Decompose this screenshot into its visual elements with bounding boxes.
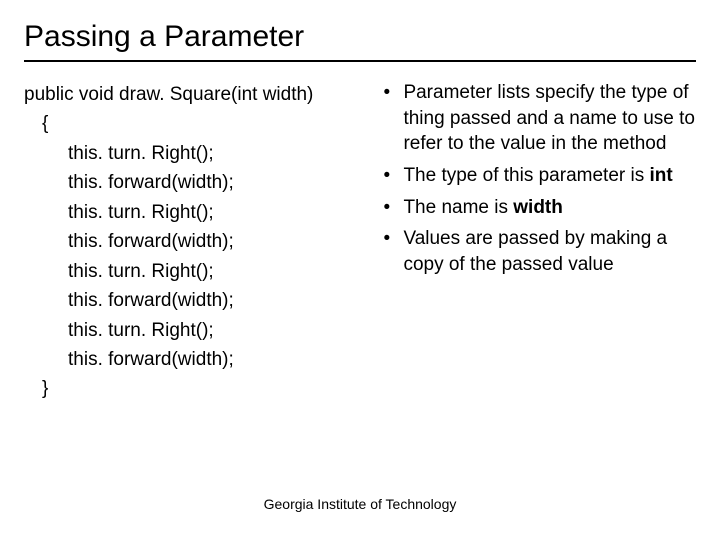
- bullet-item: Values are passed by making a copy of th…: [381, 226, 696, 277]
- code-line: this. forward(width);: [24, 168, 373, 197]
- bullet-text: Values are passed by making a copy of th…: [403, 228, 667, 275]
- title-underline: [24, 60, 696, 62]
- code-line: this. turn. Right();: [24, 139, 373, 168]
- slide-title: Passing a Parameter: [24, 20, 696, 60]
- bullet-text: The type of this parameter is: [403, 165, 649, 186]
- code-column: public void draw. Square(int width) { th…: [24, 80, 373, 404]
- code-close-brace: }: [24, 374, 373, 403]
- footer-text: Georgia Institute of Technology: [0, 496, 720, 512]
- code-signature: public void draw. Square(int width): [24, 80, 373, 109]
- bullet-item: The name is width: [381, 195, 696, 221]
- code-line: this. forward(width);: [24, 227, 373, 256]
- code-open-brace: {: [24, 109, 373, 138]
- bullet-text: The name is: [403, 197, 513, 218]
- content-row: public void draw. Square(int width) { th…: [24, 80, 696, 404]
- bullet-item: Parameter lists specify the type of thin…: [381, 80, 696, 157]
- code-line: this. turn. Right();: [24, 257, 373, 286]
- code-line: this. forward(width);: [24, 286, 373, 315]
- code-line: this. turn. Right();: [24, 198, 373, 227]
- code-line: this. turn. Right();: [24, 316, 373, 345]
- bullets-column: Parameter lists specify the type of thin…: [381, 80, 696, 404]
- code-line: this. forward(width);: [24, 345, 373, 374]
- bullet-strong: width: [513, 197, 563, 218]
- slide: Passing a Parameter public void draw. Sq…: [0, 0, 720, 404]
- bullet-list: Parameter lists specify the type of thin…: [381, 80, 696, 277]
- bullet-item: The type of this parameter is int: [381, 163, 696, 189]
- bullet-text: Parameter lists specify the type of thin…: [403, 82, 695, 154]
- bullet-strong: int: [650, 165, 673, 186]
